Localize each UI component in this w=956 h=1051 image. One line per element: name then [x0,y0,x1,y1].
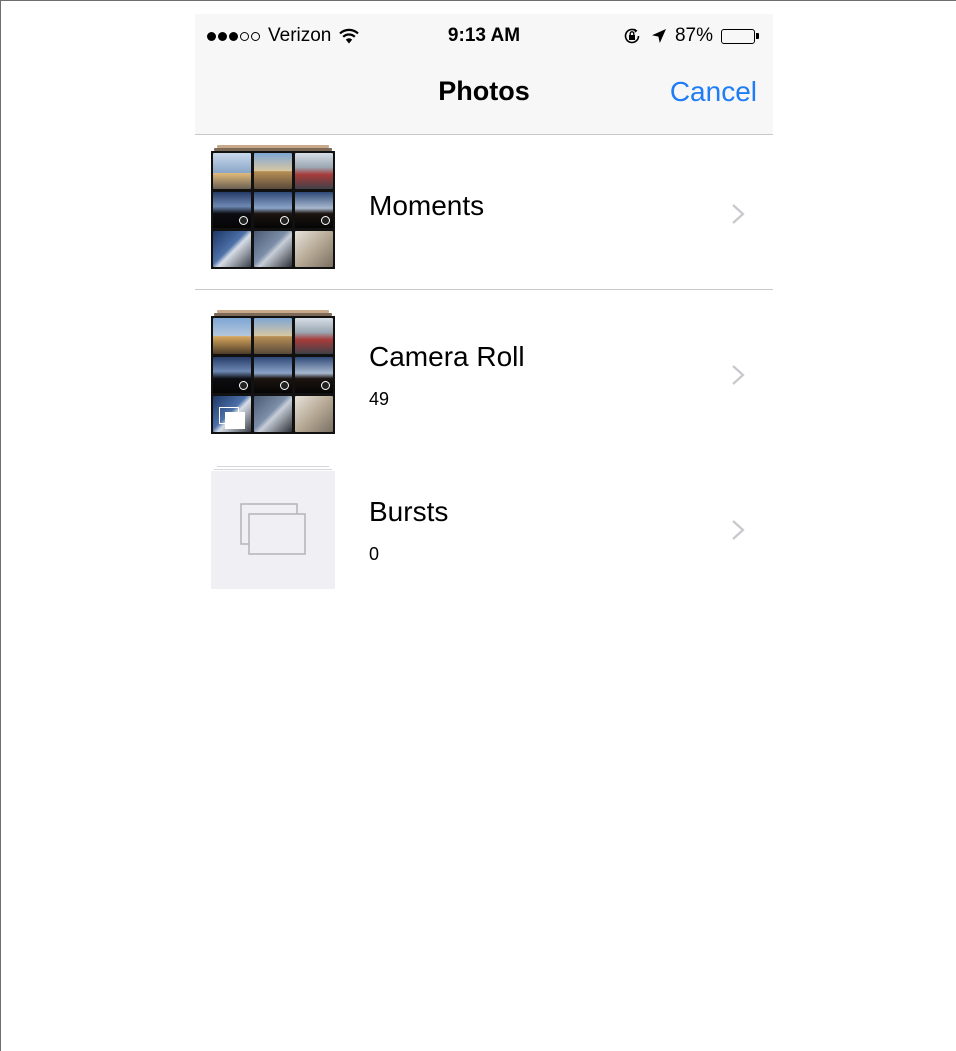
status-right: 87% [623,25,759,47]
album-name: Moments [369,190,485,221]
location-arrow-icon [651,28,667,44]
album-row-moments[interactable]: Moments [195,135,773,290]
album-count: 49 [369,389,390,409]
photos-screen: Verizon 9:13 AM 87% Photos Cancel Moment… [195,14,773,1051]
chevron-right-icon [731,519,745,546]
navigation-bar: Verizon 9:13 AM 87% Photos Cancel [195,14,773,135]
row-separator [195,289,773,290]
empty-album-icon [211,471,335,589]
album-name: Bursts [369,496,449,527]
cancel-button[interactable]: Cancel [670,76,757,108]
album-thumbnail [211,145,335,269]
chevron-right-icon [731,364,745,391]
album-count: 0 [369,544,380,564]
status-bar: Verizon 9:13 AM 87% [195,14,773,56]
camera-roll-icon [219,407,245,429]
battery-percentage: 87% [674,25,713,46]
album-row-bursts[interactable]: Bursts 0 [195,455,773,610]
chevron-right-icon [731,203,745,230]
album-thumbnail [211,310,335,434]
orientation-lock-icon [623,27,641,45]
album-name: Camera Roll [369,341,525,372]
window-border-left [0,0,1,1051]
battery-icon [721,28,759,44]
album-row-camera-roll[interactable]: Camera Roll 49 [195,300,773,455]
album-thumbnail [211,465,335,589]
window-border-top [0,0,956,1]
